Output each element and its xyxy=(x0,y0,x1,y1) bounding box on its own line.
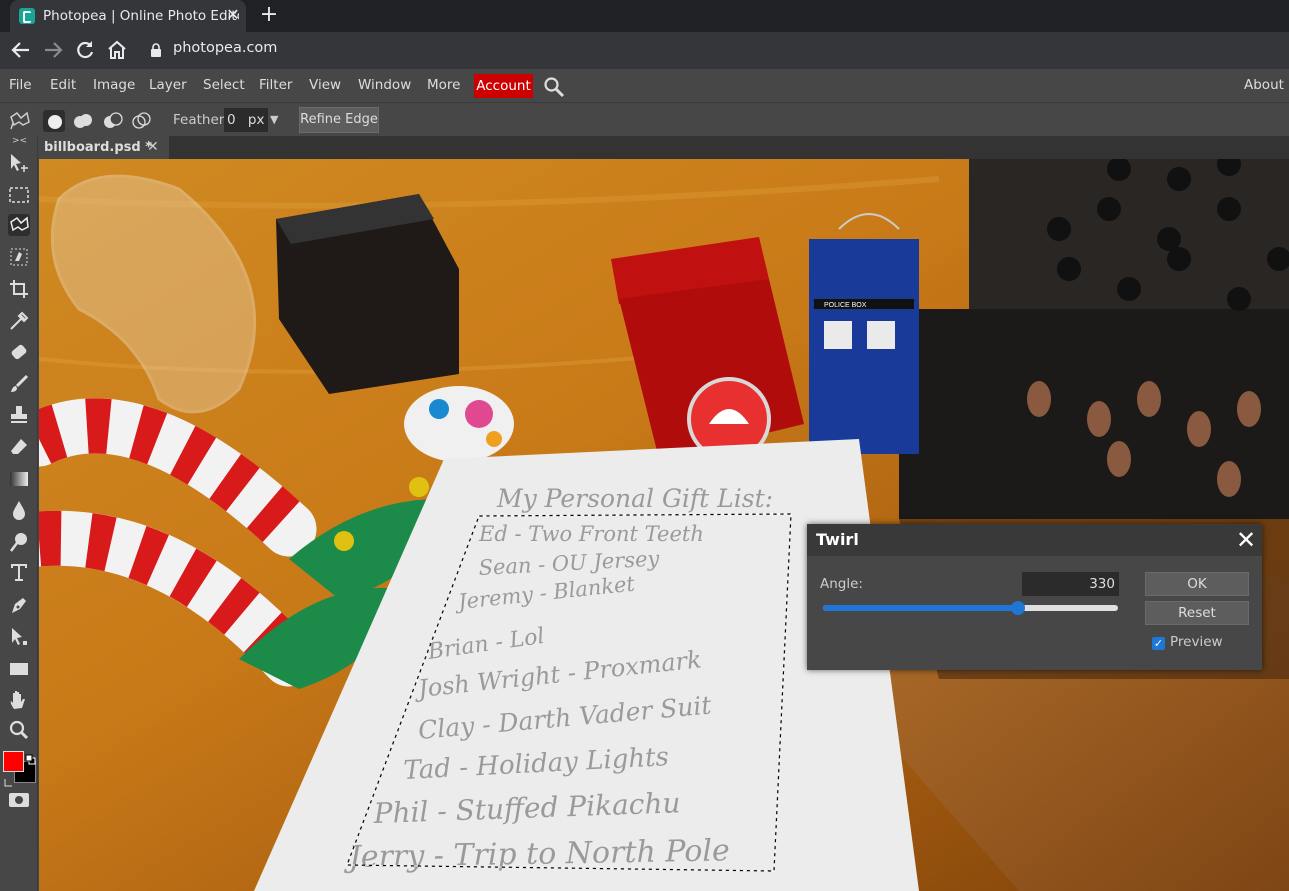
angle-slider-fill xyxy=(823,605,1018,611)
preview-checkbox[interactable]: ✓ xyxy=(1152,637,1165,650)
reset-button[interactable]: Reset xyxy=(1145,601,1249,625)
clone-stamp-tool-icon[interactable] xyxy=(8,404,30,426)
back-icon[interactable] xyxy=(9,38,33,62)
ok-button[interactable]: OK xyxy=(1145,572,1249,596)
new-selection-mode-icon[interactable] xyxy=(43,110,65,132)
menu-image[interactable]: Image xyxy=(93,69,135,103)
gift-line: Jerry - Trip to North Pole xyxy=(343,833,730,875)
quick-select-tool-icon[interactable] xyxy=(8,246,30,268)
angle-input[interactable]: 330 xyxy=(1022,572,1119,596)
hand-tool-icon[interactable] xyxy=(8,689,30,711)
gradient-tool-icon[interactable] xyxy=(8,468,30,490)
rectangle-shape-tool-icon[interactable] xyxy=(8,658,30,680)
tab-close-icon[interactable]: ✕ xyxy=(224,6,242,24)
browser-tab-title: Photopea | Online Photo Editor xyxy=(43,8,239,24)
home-icon[interactable] xyxy=(105,38,129,62)
feather-input[interactable]: 0 px xyxy=(224,108,268,132)
account-button[interactable]: Account xyxy=(474,74,533,98)
feather-value: 0 xyxy=(227,112,236,128)
menu-edit[interactable]: Edit xyxy=(50,69,76,103)
quick-mask-icon[interactable] xyxy=(8,790,30,810)
refine-edge-button[interactable]: Refine Edge xyxy=(299,107,379,133)
document-close-icon[interactable]: ✕ xyxy=(147,136,159,159)
eyedropper-tool-icon[interactable] xyxy=(8,310,30,332)
intersect-selection-mode-icon[interactable] xyxy=(130,110,152,132)
pen-tool-icon[interactable] xyxy=(8,594,30,616)
document-tab-strip xyxy=(39,136,1289,159)
reload-icon[interactable] xyxy=(73,38,97,62)
crop-tool-icon[interactable] xyxy=(8,278,30,300)
photopea-favicon-icon xyxy=(19,8,35,24)
angle-slider-thumb[interactable] xyxy=(1010,601,1025,615)
polygonal-lasso-options-icon[interactable] xyxy=(8,109,32,131)
browser-tab[interactable]: Photopea | Online Photo Editor xyxy=(10,0,246,32)
rectangle-select-tool-icon[interactable] xyxy=(8,184,30,206)
foreground-color-swatch[interactable] xyxy=(3,751,24,772)
feather-label: Feather: xyxy=(173,112,229,128)
url-text[interactable]: photopea.com xyxy=(173,40,277,56)
dialog-title[interactable]: Twirl xyxy=(807,524,1262,556)
eraser-tool-icon[interactable] xyxy=(8,436,30,458)
feather-dropdown-icon[interactable]: ▼ xyxy=(270,108,278,132)
collapse-toolbar-icon[interactable]: >< xyxy=(12,136,27,146)
menu-layer[interactable]: Layer xyxy=(149,69,187,103)
move-tool-icon[interactable] xyxy=(8,152,30,174)
gift-line: Ed - Two Front Teeth xyxy=(478,522,704,546)
healing-brush-tool-icon[interactable] xyxy=(8,341,30,363)
add-selection-mode-icon[interactable] xyxy=(72,110,94,132)
swap-colors-icon[interactable] xyxy=(3,773,14,787)
angle-label: Angle: xyxy=(820,576,863,592)
lasso-tool-icon[interactable] xyxy=(8,214,30,236)
menu-window[interactable]: Window xyxy=(358,69,411,103)
subtract-selection-mode-icon[interactable] xyxy=(101,110,123,132)
menu-bar xyxy=(0,69,1289,103)
blur-tool-icon[interactable] xyxy=(8,499,30,521)
gift-list-title: My Personal Gift List: xyxy=(496,484,773,513)
path-select-tool-icon[interactable] xyxy=(8,626,30,648)
menu-file[interactable]: File xyxy=(9,69,32,103)
dialog-close-icon[interactable]: ✕ xyxy=(1234,526,1258,554)
menu-filter[interactable]: Filter xyxy=(259,69,292,103)
search-icon[interactable] xyxy=(543,76,565,98)
preview-label: Preview xyxy=(1170,634,1223,650)
feather-unit: px xyxy=(247,112,265,128)
default-colors-icon[interactable] xyxy=(25,750,36,765)
zoom-tool-icon[interactable] xyxy=(8,719,30,741)
type-tool-icon[interactable] xyxy=(8,561,30,583)
menu-about[interactable]: About xyxy=(1244,69,1284,102)
brush-tool-icon[interactable] xyxy=(8,373,30,395)
dodge-tool-icon[interactable] xyxy=(8,531,30,553)
menu-view[interactable]: View xyxy=(309,69,341,103)
police-box-sign: POLICE BOX xyxy=(824,302,867,309)
menu-more[interactable]: More xyxy=(427,69,460,103)
new-tab-button[interactable]: + xyxy=(256,2,282,28)
forward-icon[interactable] xyxy=(41,38,65,62)
menu-select[interactable]: Select xyxy=(203,69,245,103)
lock-icon[interactable] xyxy=(149,42,163,57)
